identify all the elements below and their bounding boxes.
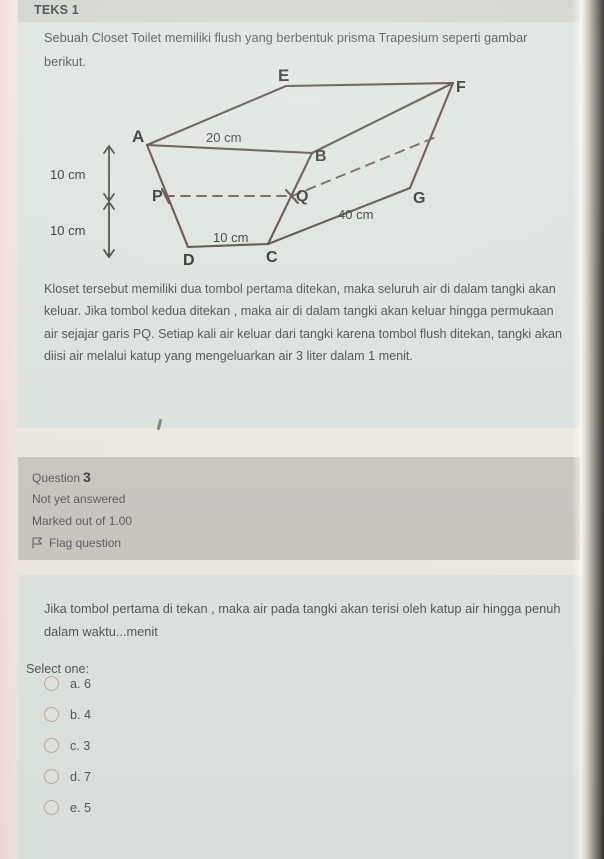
teks-title: TEKS 1 xyxy=(34,3,79,17)
vertex-label-Q: Q xyxy=(296,188,308,205)
dimension-height-lower: 10 cm xyxy=(50,223,85,238)
vertex-label-P: P xyxy=(152,188,163,205)
flag-icon xyxy=(32,537,43,549)
question-word: Question xyxy=(32,471,81,485)
option-row-e[interactable]: e. 5 xyxy=(44,792,344,823)
radio-option-b[interactable] xyxy=(44,707,59,722)
photo-right-highlight xyxy=(572,0,582,859)
trapezoidal-prism-figure: A B C D E F G P Q 10 cm 10 cm 20 cm 10 c… xyxy=(28,62,528,267)
photo-page: TEKS 1 Sebuah Closet Toilet memiliki flu… xyxy=(0,0,604,859)
vertex-label-E: E xyxy=(278,66,289,85)
flag-question-label: Flag question xyxy=(49,536,122,550)
answer-panel: Jika tombol pertama di tekan , maka air … xyxy=(18,575,584,859)
vertex-label-G: G xyxy=(413,190,425,207)
dimension-bottom-edge: 10 cm xyxy=(213,230,248,245)
radio-option-c[interactable] xyxy=(44,738,59,753)
option-row-b[interactable]: b. 4 xyxy=(44,699,344,730)
select-one-label: Select one: xyxy=(26,662,90,676)
flag-question-button[interactable]: Flag question xyxy=(32,536,121,550)
teks-panel: TEKS 1 Sebuah Closet Toilet memiliki flu… xyxy=(18,0,584,427)
dimension-height-upper: 10 cm xyxy=(50,167,85,182)
vertex-label-D: D xyxy=(183,252,195,267)
question-meta-panel: Question 3 Not yet answered Marked out of… xyxy=(18,457,580,560)
option-row-d[interactable]: d. 7 xyxy=(44,761,344,792)
option-label-c: c. 3 xyxy=(70,738,91,753)
photo-right-bezel xyxy=(582,0,604,859)
option-label-a: a. 6 xyxy=(70,676,92,691)
radio-option-a[interactable] xyxy=(44,676,59,691)
option-label-e: e. 5 xyxy=(70,800,92,815)
teks-header-bar xyxy=(18,0,584,22)
question-marks: Marked out of 1.00 xyxy=(32,514,133,528)
dimension-top-edge: 20 cm xyxy=(206,130,241,145)
option-label-d: d. 7 xyxy=(70,769,92,784)
options-list: a. 6 b. 4 c. 3 d. 7 e. 5 xyxy=(44,668,344,823)
vertex-label-C: C xyxy=(266,249,278,266)
vertex-label-F: F xyxy=(456,79,466,96)
question-status: Not yet answered xyxy=(32,492,126,506)
option-label-b: b. 4 xyxy=(70,707,92,722)
vertex-label-A: A xyxy=(132,127,144,146)
question-number: 3 xyxy=(83,469,91,485)
question-text: Jika tombol pertama di tekan , maka air … xyxy=(44,601,561,640)
photo-left-edge xyxy=(0,0,20,859)
dimension-depth-edge: 40 cm xyxy=(338,207,373,222)
option-row-c[interactable]: c. 3 xyxy=(44,730,344,761)
teks-body-text: Kloset tersebut memiliki dua tombol pert… xyxy=(44,282,563,364)
radio-option-d[interactable] xyxy=(44,769,59,784)
vertex-label-B: B xyxy=(315,148,327,165)
radio-option-e[interactable] xyxy=(44,800,59,815)
question-number-line: Question 3 xyxy=(32,469,91,485)
